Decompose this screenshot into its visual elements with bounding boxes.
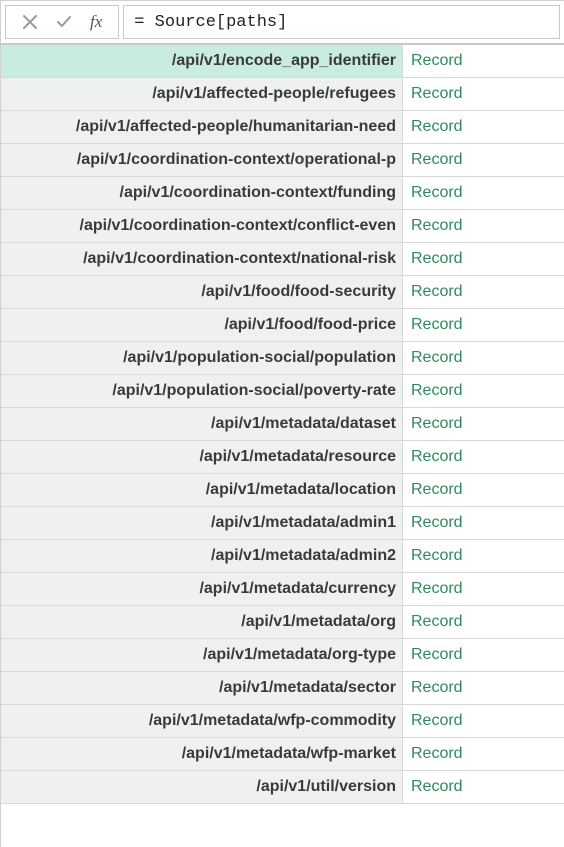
table-row[interactable]: /api/v1/coordination-context/national-ri… [1, 243, 564, 276]
row-path-cell[interactable]: /api/v1/metadata/org-type [1, 639, 403, 671]
table-row[interactable]: /api/v1/coordination-context/conflict-ev… [1, 210, 564, 243]
row-path-cell[interactable]: /api/v1/metadata/location [1, 474, 403, 506]
fx-label: fx [88, 12, 104, 32]
row-path-cell[interactable]: /api/v1/metadata/sector [1, 672, 403, 704]
table-row[interactable]: /api/v1/metadata/wfp-marketRecord [1, 738, 564, 771]
row-value-cell[interactable]: Record [403, 45, 564, 77]
row-value-cell[interactable]: Record [403, 144, 564, 176]
table-row[interactable]: /api/v1/metadata/wfp-commodityRecord [1, 705, 564, 738]
row-value-cell[interactable]: Record [403, 573, 564, 605]
formula-input[interactable] [123, 5, 560, 39]
row-path-cell[interactable]: /api/v1/food/food-security [1, 276, 403, 308]
row-value-cell[interactable]: Record [403, 672, 564, 704]
row-path-cell[interactable]: /api/v1/metadata/admin1 [1, 507, 403, 539]
table-row[interactable]: /api/v1/metadata/admin1Record [1, 507, 564, 540]
row-path-cell[interactable]: /api/v1/coordination-context/conflict-ev… [1, 210, 403, 242]
row-path-cell[interactable]: /api/v1/coordination-context/funding [1, 177, 403, 209]
row-path-cell[interactable]: /api/v1/metadata/dataset [1, 408, 403, 440]
row-path-cell[interactable]: /api/v1/metadata/wfp-market [1, 738, 403, 770]
row-value-cell[interactable]: Record [403, 243, 564, 275]
row-path-cell[interactable]: /api/v1/coordination-context/national-ri… [1, 243, 403, 275]
table-row[interactable]: /api/v1/metadata/sectorRecord [1, 672, 564, 705]
row-value-cell[interactable]: Record [403, 639, 564, 671]
table-row[interactable]: /api/v1/util/versionRecord [1, 771, 564, 804]
row-value-cell[interactable]: Record [403, 441, 564, 473]
row-value-cell[interactable]: Record [403, 408, 564, 440]
row-path-cell[interactable]: /api/v1/coordination-context/operational… [1, 144, 403, 176]
cancel-icon[interactable] [20, 12, 40, 32]
formula-bar-buttons: fx [5, 5, 119, 39]
row-value-cell[interactable]: Record [403, 705, 564, 737]
row-path-cell[interactable]: /api/v1/metadata/org [1, 606, 403, 638]
row-value-cell[interactable]: Record [403, 276, 564, 308]
table-row[interactable]: /api/v1/food/food-securityRecord [1, 276, 564, 309]
row-value-cell[interactable]: Record [403, 474, 564, 506]
table-row[interactable]: /api/v1/population-social/populationReco… [1, 342, 564, 375]
row-path-cell[interactable]: /api/v1/encode_app_identifier [1, 45, 403, 77]
table-row[interactable]: /api/v1/affected-people/humanitarian-nee… [1, 111, 564, 144]
row-value-cell[interactable]: Record [403, 177, 564, 209]
row-path-cell[interactable]: /api/v1/util/version [1, 771, 403, 803]
row-value-cell[interactable]: Record [403, 78, 564, 110]
table-row[interactable]: /api/v1/metadata/locationRecord [1, 474, 564, 507]
row-path-cell[interactable]: /api/v1/affected-people/refugees [1, 78, 403, 110]
results-list: /api/v1/encode_app_identifierRecord/api/… [1, 45, 564, 804]
table-row[interactable]: /api/v1/metadata/datasetRecord [1, 408, 564, 441]
table-row[interactable]: /api/v1/metadata/admin2Record [1, 540, 564, 573]
row-path-cell[interactable]: /api/v1/metadata/resource [1, 441, 403, 473]
table-row[interactable]: /api/v1/metadata/currencyRecord [1, 573, 564, 606]
table-row[interactable]: /api/v1/food/food-priceRecord [1, 309, 564, 342]
table-row[interactable]: /api/v1/affected-people/refugeesRecord [1, 78, 564, 111]
row-path-cell[interactable]: /api/v1/affected-people/humanitarian-nee… [1, 111, 403, 143]
table-row[interactable]: /api/v1/metadata/resourceRecord [1, 441, 564, 474]
row-value-cell[interactable]: Record [403, 606, 564, 638]
row-value-cell[interactable]: Record [403, 540, 564, 572]
table-row[interactable]: /api/v1/metadata/org-typeRecord [1, 639, 564, 672]
formula-bar: fx [1, 1, 564, 45]
row-value-cell[interactable]: Record [403, 738, 564, 770]
confirm-icon[interactable] [54, 12, 74, 32]
table-row[interactable]: /api/v1/encode_app_identifierRecord [1, 45, 564, 78]
row-value-cell[interactable]: Record [403, 111, 564, 143]
row-value-cell[interactable]: Record [403, 309, 564, 341]
row-value-cell[interactable]: Record [403, 507, 564, 539]
row-path-cell[interactable]: /api/v1/population-social/poverty-rate [1, 375, 403, 407]
table-row[interactable]: /api/v1/metadata/orgRecord [1, 606, 564, 639]
row-value-cell[interactable]: Record [403, 342, 564, 374]
row-value-cell[interactable]: Record [403, 375, 564, 407]
table-row[interactable]: /api/v1/population-social/poverty-rateRe… [1, 375, 564, 408]
row-path-cell[interactable]: /api/v1/metadata/wfp-commodity [1, 705, 403, 737]
row-value-cell[interactable]: Record [403, 210, 564, 242]
row-path-cell[interactable]: /api/v1/metadata/admin2 [1, 540, 403, 572]
table-row[interactable]: /api/v1/coordination-context/operational… [1, 144, 564, 177]
row-path-cell[interactable]: /api/v1/population-social/population [1, 342, 403, 374]
row-value-cell[interactable]: Record [403, 771, 564, 803]
row-path-cell[interactable]: /api/v1/food/food-price [1, 309, 403, 341]
table-row[interactable]: /api/v1/coordination-context/fundingReco… [1, 177, 564, 210]
row-path-cell[interactable]: /api/v1/metadata/currency [1, 573, 403, 605]
